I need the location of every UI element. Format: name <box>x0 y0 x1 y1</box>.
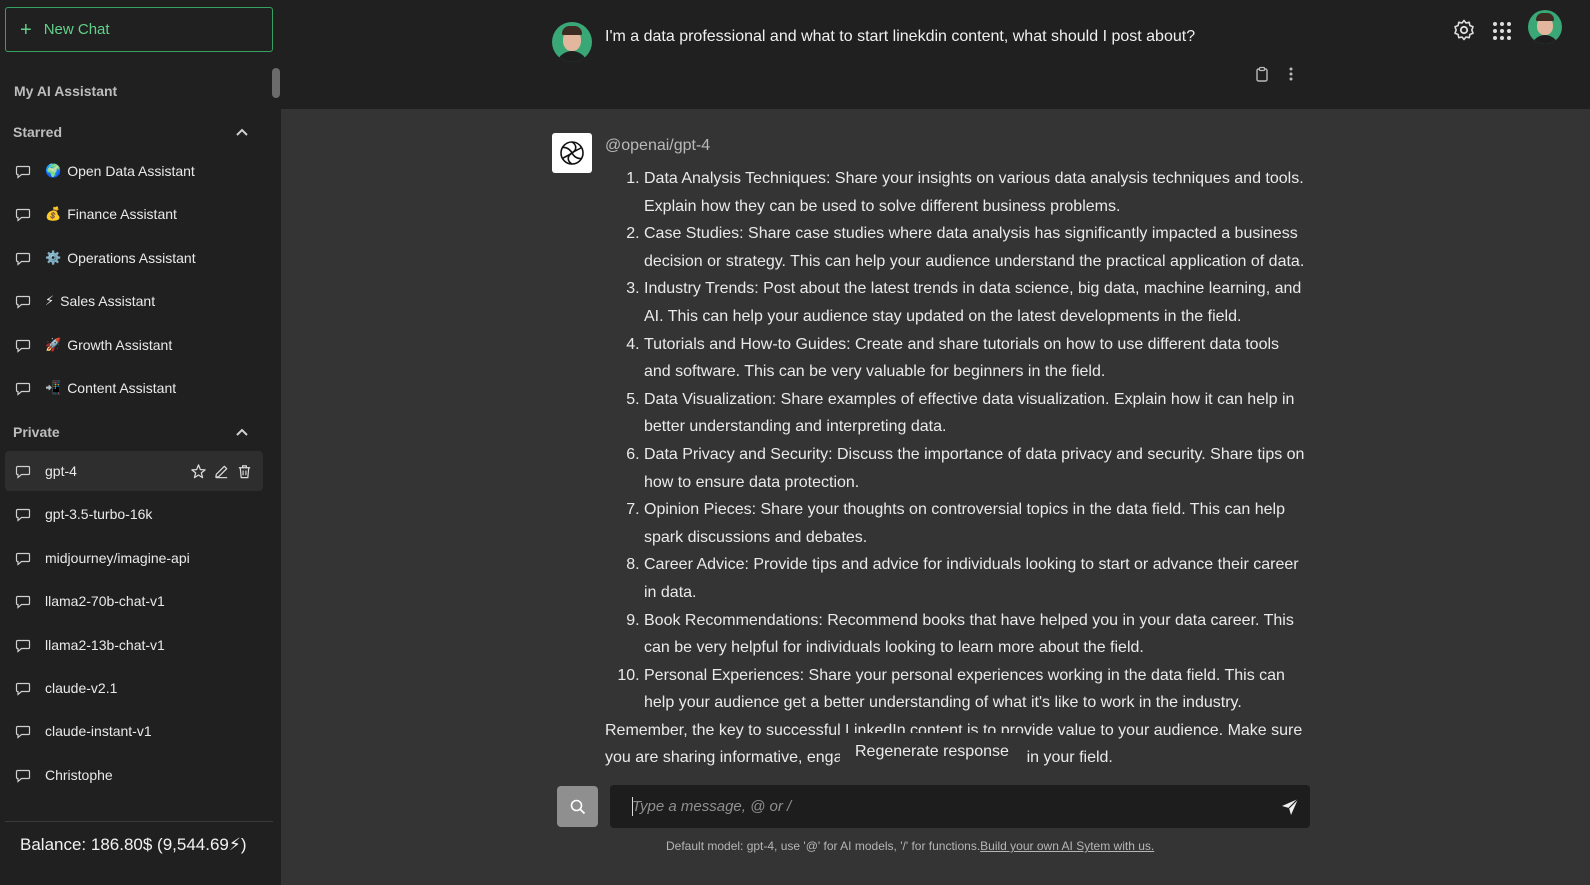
private-chat-item[interactable]: gpt-4 <box>5 451 263 491</box>
starred-assistant-item[interactable]: 🌍 Open Data Assistant <box>5 151 263 191</box>
private-item-label: llama2-13b-chat-v1 <box>45 636 165 653</box>
edit-icon[interactable] <box>213 463 230 480</box>
assistant-emoji: ⚡ <box>45 293 55 309</box>
answer-list-item: Case Studies: Share case studies where d… <box>644 220 1310 275</box>
message-composer <box>610 785 1310 828</box>
chat-bubble-icon <box>15 209 31 223</box>
answer-list-item: Personal Experiences: Share your persona… <box>644 662 1310 717</box>
starred-assistant-item[interactable]: ⚡ Sales Assistant <box>5 281 263 321</box>
build-ai-link[interactable]: Build your own AI Sytem with us. <box>980 839 1154 853</box>
header <box>281 0 1590 109</box>
starred-item-label: Growth Assistant <box>67 336 173 353</box>
openai-logo-icon <box>552 133 592 173</box>
chat-bubble-icon <box>15 165 31 179</box>
starred-item-label: Sales Assistant <box>60 293 156 310</box>
apps-grid-icon[interactable] <box>1490 19 1514 43</box>
assistant-emoji: 🌍 <box>45 163 62 178</box>
answer-list-item: Book Recommendations: Recommend books th… <box>644 607 1310 662</box>
starred-assistant-item[interactable]: 🚀 Growth Assistant <box>5 325 263 365</box>
footer-text: Default model: gpt-4, use '@' for AI mod… <box>666 839 981 853</box>
chat-bubble-icon <box>15 726 31 740</box>
starred-item-label: Open Data Assistant <box>67 163 195 179</box>
message-input[interactable] <box>632 785 1252 828</box>
assistant-emoji: 🚀 <box>45 336 62 352</box>
chat-bubble-icon <box>15 509 31 523</box>
private-chat-item[interactable]: claude-instant-v1 <box>5 711 263 751</box>
answer-list-item: Data Visualization: Share examples of ef… <box>644 386 1310 441</box>
new-chat-label: New Chat <box>43 21 110 38</box>
private-item-label: gpt-4 <box>45 463 77 479</box>
private-heading: Private <box>13 424 60 440</box>
starred-heading: Starred <box>13 124 63 140</box>
search-button[interactable] <box>557 786 598 827</box>
chat-bubble-icon <box>15 596 31 609</box>
user-avatar <box>552 22 592 62</box>
chevron-up-icon[interactable] <box>235 125 249 139</box>
starred-item-label: Content Assistant <box>67 380 177 396</box>
chat-bubble-icon <box>15 296 31 309</box>
private-chat-item[interactable]: gpt-3.5-turbo-16k <box>5 494 263 534</box>
private-item-label: midjourney/imagine-api <box>45 549 190 566</box>
scrollbar-thumb[interactable] <box>272 68 280 98</box>
trash-icon[interactable] <box>236 463 253 480</box>
chat-bubble-icon <box>15 769 31 783</box>
private-chat-item[interactable]: claude-v2.1 <box>5 668 263 708</box>
answer-list-item: Data Analysis Techniques: Share your ins… <box>644 165 1310 220</box>
balance: Balance: 186.80$ (9,544.69⚡) <box>20 835 247 854</box>
private-chat-item[interactable]: llama2-13b-chat-v1 <box>5 625 263 665</box>
answer-list: Data Analysis Techniques: Share your ins… <box>605 165 1310 717</box>
chat-bubble-icon <box>15 639 31 653</box>
more-vertical-icon[interactable] <box>1283 66 1299 82</box>
assistant-emoji: ⚙️ <box>45 249 62 265</box>
sidebar-scrollbar[interactable] <box>271 64 281 804</box>
sidebar: + New Chat My AI Assistant Starred 🌍 Open… <box>0 0 281 885</box>
bot-name: @openai/gpt-4 <box>605 137 711 154</box>
answer-list-item: Tutorials and How-to Guides: Create and … <box>644 331 1310 386</box>
assistant-emoji: 📲 <box>45 380 62 395</box>
private-item-label: gpt-3.5-turbo-16k <box>45 506 153 523</box>
starred-assistant-item[interactable]: 💰 Finance Assistant <box>5 194 263 234</box>
search-icon <box>570 799 585 814</box>
chat-bubble-icon <box>15 252 31 266</box>
private-chat-item[interactable]: midjourney/imagine-api <box>5 538 263 578</box>
chat-bubble-icon <box>15 339 31 353</box>
assistant-title: My AI Assistant <box>14 83 118 99</box>
text-caret <box>632 797 633 816</box>
regenerate-response-button[interactable]: Regenerate response <box>840 733 1024 771</box>
chat-bubble-icon <box>15 552 31 566</box>
answer-list-item: Data Privacy and Security: Discuss the i… <box>644 441 1310 496</box>
private-chat-item[interactable]: llama2-70b-chat-v1 <box>5 581 263 621</box>
divider <box>5 821 273 822</box>
clipboard-icon[interactable] <box>1254 66 1270 82</box>
user-message: I'm a data professional and what to star… <box>605 28 1196 45</box>
answer-list-item: Industry Trends: Post about the latest t… <box>644 275 1310 330</box>
chat-bubble-icon <box>15 682 31 696</box>
answer-list-item: Opinion Pieces: Share your thoughts on c… <box>644 496 1310 551</box>
star-icon[interactable] <box>190 463 207 480</box>
chat-bubble-icon <box>15 382 31 396</box>
private-item-label: Christophe <box>45 766 113 783</box>
private-item-label: llama2-70b-chat-v1 <box>45 593 165 610</box>
answer-list-item: Career Advice: Provide tips and advice f… <box>644 551 1310 606</box>
private-item-label: claude-instant-v1 <box>45 723 152 740</box>
profile-avatar[interactable] <box>1528 10 1562 44</box>
plus-icon: + <box>20 18 32 41</box>
starred-assistant-item[interactable]: ⚙️ Operations Assistant <box>5 238 263 278</box>
assistant-answer: Data Analysis Techniques: Share your ins… <box>605 165 1310 783</box>
starred-item-label: Operations Assistant <box>67 249 196 266</box>
send-icon[interactable] <box>1280 797 1300 817</box>
starred-assistant-item[interactable]: 📲 Content Assistant <box>5 368 263 408</box>
private-item-label: claude-v2.1 <box>45 680 118 696</box>
starred-item-label: Finance Assistant <box>67 206 177 223</box>
assistant-emoji: 💰 <box>45 206 62 222</box>
footer-note: Default model: gpt-4, use '@' for AI mod… <box>666 839 1154 853</box>
chevron-up-icon[interactable] <box>235 425 249 439</box>
gear-icon[interactable] <box>1452 18 1476 42</box>
chat-bubble-icon <box>15 465 31 479</box>
new-chat-button[interactable]: + New Chat <box>5 7 273 52</box>
private-chat-item[interactable]: Christophe <box>5 755 263 795</box>
sidebar-list: My AI Assistant Starred 🌍 Open Data Assis… <box>0 64 268 814</box>
